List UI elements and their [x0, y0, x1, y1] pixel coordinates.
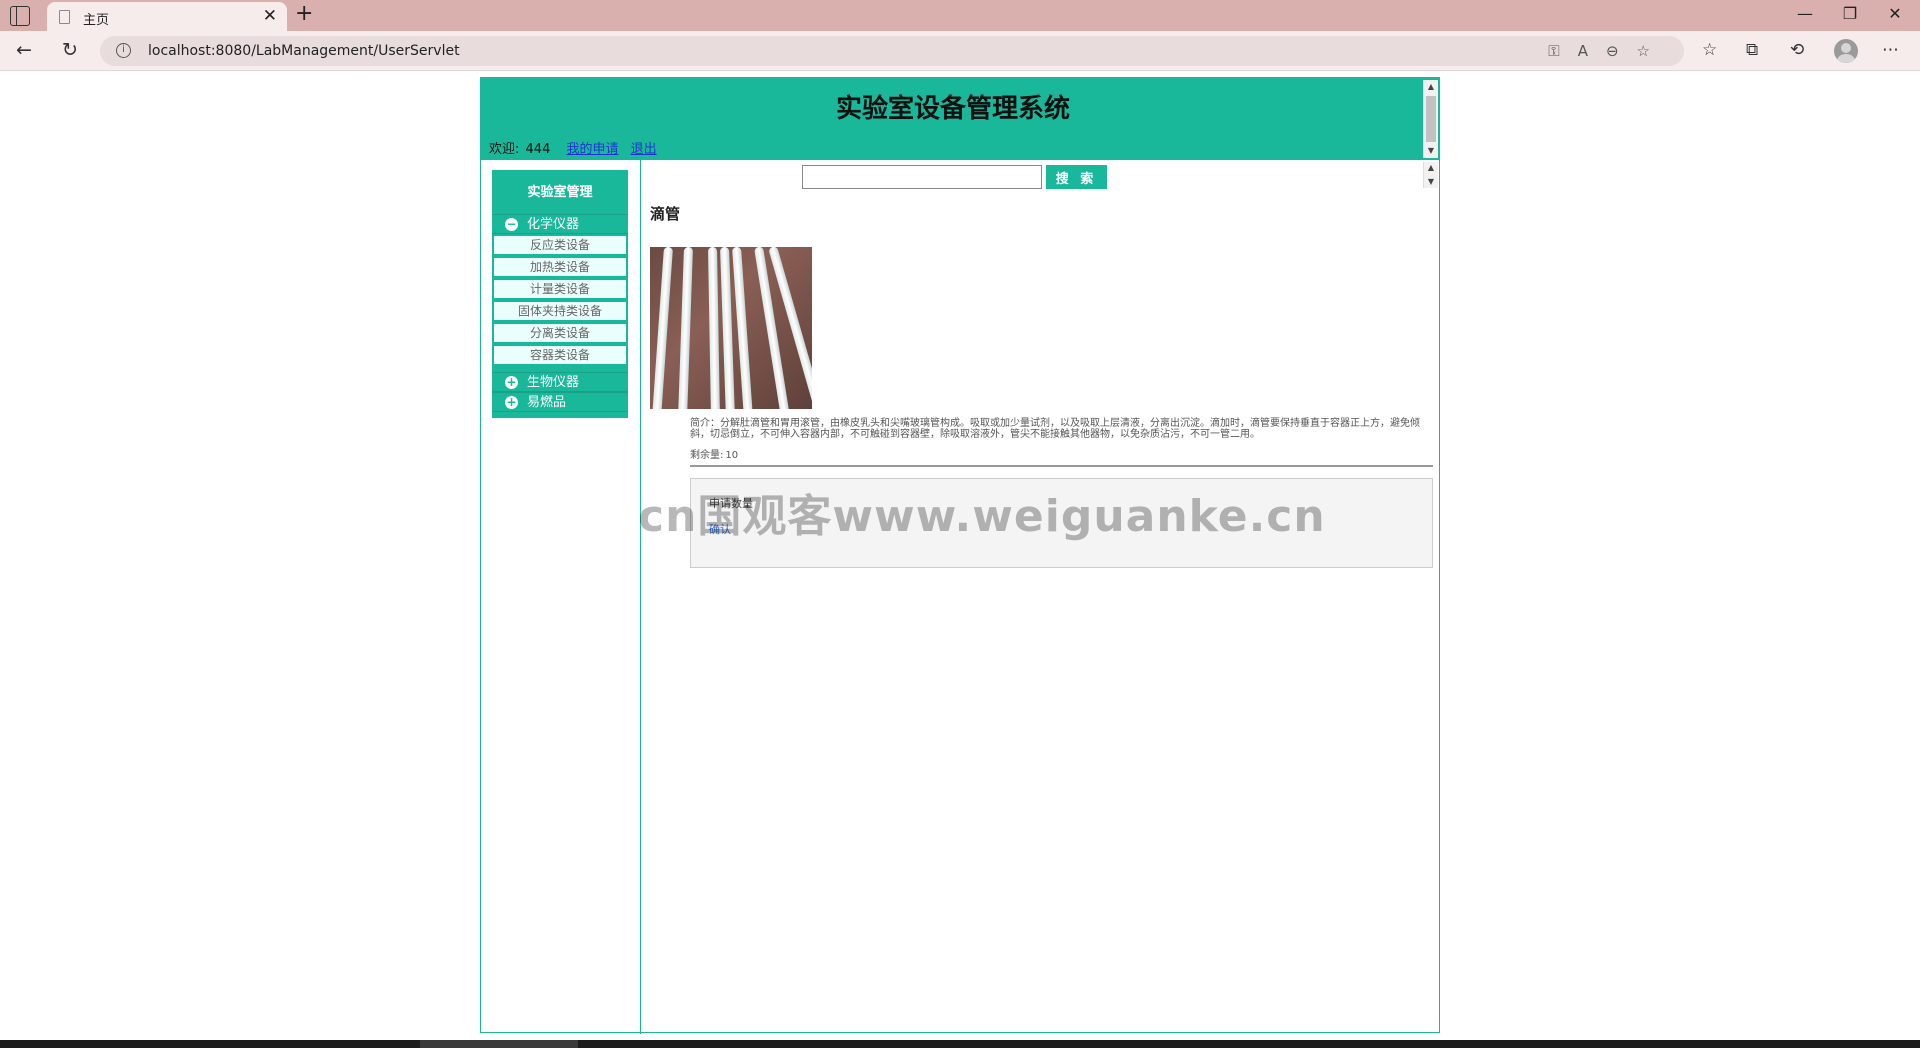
sidebar-item-container[interactable]: 容器类设备	[493, 345, 627, 365]
scroll-up-icon[interactable]: ▲	[1424, 162, 1438, 174]
browser-tab[interactable]: 主页 ✕	[47, 2, 287, 31]
profile-avatar[interactable]	[1834, 39, 1858, 63]
expand-icon: +	[505, 395, 518, 409]
sidebar-item-clamping[interactable]: 固体夹持类设备	[493, 301, 627, 321]
main-content: 搜 索 ▲ ▼ 滴管 简介：分解肚滴管和胃用滚管，由橡皮乳头和尖嘴玻璃管构成。吸…	[642, 160, 1439, 1034]
search-button[interactable]: 搜 索	[1046, 165, 1107, 189]
address-bar-row: ← ↻ i localhost:8080/LabManagement/UserS…	[0, 31, 1920, 71]
category-biology[interactable]: + 生物仪器	[492, 372, 628, 392]
close-window-button[interactable]: ✕	[1875, 4, 1915, 23]
taskbar	[0, 1040, 1920, 1048]
url-field[interactable]: i localhost:8080/LabManagement/UserServl…	[100, 36, 1684, 66]
page-frame: 实验室设备管理系统 欢迎: 444 我的申请 退出 ▲ ▼ 实验室管理 − 化学…	[480, 77, 1440, 1034]
new-tab-button[interactable]: +	[295, 1, 313, 26]
sidebar-item-heating[interactable]: 加热类设备	[493, 257, 627, 277]
sidebar-item-separation[interactable]: 分离类设备	[493, 323, 627, 343]
tab-title: 主页	[83, 13, 110, 28]
browser-tab-strip: 主页 ✕ + — ❐ ✕	[0, 0, 1920, 31]
page-title: 实验室设备管理系统	[835, 94, 1070, 124]
url-action-icons[interactable]: ⚿A⊖☆	[1548, 42, 1668, 60]
minimize-button[interactable]: —	[1785, 4, 1825, 23]
item-name: 滴管	[650, 205, 681, 223]
more-menu-icon[interactable]: ⋯	[1882, 40, 1899, 60]
divider	[690, 465, 1433, 467]
sidebar-title: 实验室管理	[527, 185, 593, 200]
site-info-icon[interactable]: i	[116, 43, 131, 58]
logout-link[interactable]: 退出	[631, 142, 657, 157]
back-icon[interactable]: ←	[16, 39, 32, 61]
category-label: 化学仪器	[527, 217, 580, 232]
sidebar-menu: 实验室管理 − 化学仪器 反应类设备 加热类设备 计量类设备 固体夹持类设备 分…	[492, 170, 628, 418]
welcome-label: 欢迎:	[489, 142, 520, 157]
expand-icon: +	[505, 375, 518, 389]
close-tab-icon[interactable]: ✕	[263, 6, 277, 26]
header-scrollbar[interactable]: ▲ ▼	[1423, 80, 1438, 158]
collapse-icon: −	[505, 217, 518, 231]
scroll-down-icon[interactable]: ▼	[1424, 145, 1438, 157]
history-icon[interactable]: ⟲	[1790, 40, 1804, 60]
remaining-label: 剩余量:	[690, 450, 724, 461]
collections-icon[interactable]: ⧉	[1746, 40, 1758, 60]
sidebar-item-reaction[interactable]: 反应类设备	[493, 235, 627, 255]
scroll-down-icon[interactable]: ▼	[1424, 176, 1438, 188]
refresh-icon[interactable]: ↻	[62, 39, 78, 61]
my-requests-link[interactable]: 我的申请	[567, 142, 619, 157]
content-scrollbar[interactable]: ▲ ▼	[1423, 162, 1438, 188]
sidebar-item-measuring[interactable]: 计量类设备	[493, 279, 627, 299]
item-image	[650, 247, 812, 409]
remaining-value: 10	[725, 450, 739, 461]
search-input[interactable]	[802, 165, 1042, 189]
page-icon	[59, 10, 70, 24]
url-text: localhost:8080/LabManagement/UserServlet	[148, 43, 460, 59]
restore-button[interactable]: ❐	[1830, 4, 1870, 23]
site-header: 实验室设备管理系统 欢迎: 444 我的申请 退出 ▲ ▼	[481, 78, 1439, 160]
category-flammable[interactable]: + 易燃品	[492, 392, 628, 412]
sidebar-toggle-icon[interactable]	[10, 6, 30, 26]
item-description: 简介：分解肚滴管和胃用滚管，由橡皮乳头和尖嘴玻璃管构成。吸取或加少量试剂，以及吸…	[690, 418, 1420, 440]
category-label: 生物仪器	[527, 375, 580, 390]
watermark: cn国观客www.weiguanke.cn	[638, 491, 1326, 542]
category-label: 易燃品	[527, 395, 567, 410]
left-panel: 实验室管理 − 化学仪器 反应类设备 加热类设备 计量类设备 固体夹持类设备 分…	[481, 160, 641, 1034]
item-remaining: 剩余量: 10	[690, 446, 738, 461]
username: 444	[525, 142, 551, 157]
scrollbar-thumb[interactable]	[1426, 96, 1436, 142]
scroll-up-icon[interactable]: ▲	[1424, 81, 1438, 93]
welcome-bar: 欢迎: 444 我的申请 退出	[489, 138, 665, 157]
favorites-icon[interactable]: ☆	[1702, 40, 1717, 60]
category-chemical[interactable]: − 化学仪器	[492, 214, 628, 234]
